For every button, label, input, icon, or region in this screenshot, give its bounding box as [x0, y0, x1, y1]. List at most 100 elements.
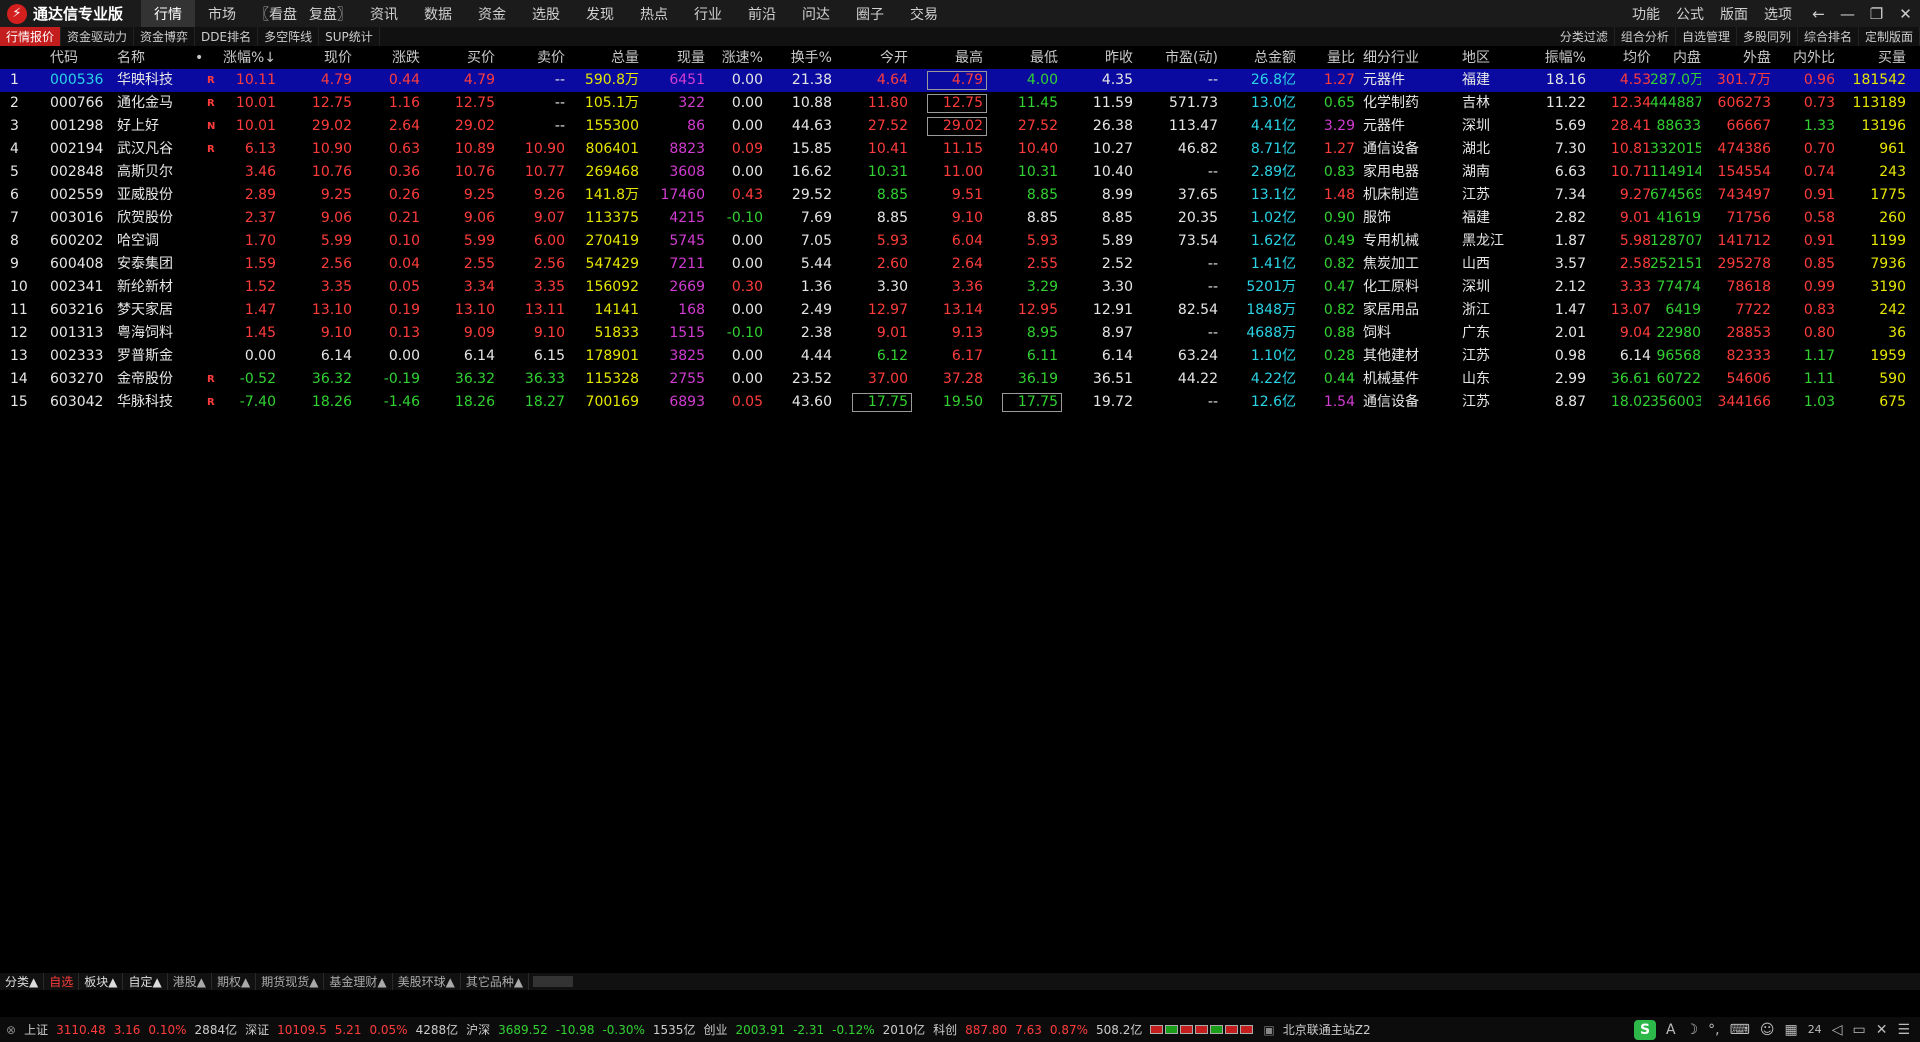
menu-stock-picker[interactable]: 选股	[519, 0, 573, 27]
menu-options[interactable]: 选项	[1756, 0, 1800, 27]
header-volume-ratio[interactable]: 量比	[1303, 47, 1355, 70]
subtab-portfolio-analysis[interactable]: 组合分析	[1615, 27, 1676, 46]
notification-icon[interactable]: ☰	[1897, 1022, 1910, 1038]
table-row[interactable]: 10 002341 新纶新材 1.52 3.35 0.05 3.34 3.35 156092 26…	[0, 276, 1920, 299]
horizontal-scrollbar[interactable]	[533, 976, 574, 987]
header-pe-ratio[interactable]: 市盈(动)	[1140, 47, 1218, 70]
header-stock-code[interactable]: 代码	[50, 47, 112, 70]
mute-icon[interactable]: ✕	[1876, 1022, 1888, 1038]
header-current-price[interactable]: 现价	[288, 47, 352, 70]
menu-discover[interactable]: 发现	[573, 0, 627, 27]
menu-industry[interactable]: 行业	[681, 0, 735, 27]
btab-funds[interactable]: 基金理财▲	[324, 973, 393, 990]
table-row[interactable]: 6 002559 亚威股份 2.89 9.25 0.26 9.25 9.26 141.8万 174…	[0, 184, 1920, 207]
header-total-volume[interactable]: 总量	[570, 47, 639, 70]
btab-sector[interactable]: 板块▲	[79, 973, 124, 990]
menu-frontier[interactable]: 前沿	[735, 0, 789, 27]
table-row[interactable]: 8 600202 哈空调 1.70 5.99 0.10 5.99 6.00 270419 5745…	[0, 230, 1920, 253]
header-change-percent[interactable]: 涨幅%↓	[212, 47, 276, 70]
punctuation-icon[interactable]: °,	[1708, 1022, 1719, 1038]
menu-quotes[interactable]: 行情	[141, 0, 195, 27]
ime-english-icon[interactable]: A	[1666, 1022, 1676, 1038]
user-icon[interactable]: ☺	[1760, 1022, 1775, 1038]
header-outer-volume[interactable]: 外盘	[1708, 47, 1771, 70]
header-prev-close[interactable]: 昨收	[1075, 47, 1133, 70]
table-row[interactable]: 15 603042 华脉科技 R -7.40 18.26 -1.46 18.26 18.27 70…	[0, 391, 1920, 414]
header-amplitude[interactable]: 振幅%	[1522, 47, 1586, 70]
subtab-category-filter[interactable]: 分类过滤	[1554, 27, 1615, 46]
header-average-price[interactable]: 均价	[1595, 47, 1651, 70]
header-inner-volume[interactable]: 内盘	[1650, 47, 1701, 70]
menu-funds[interactable]: 资金	[465, 0, 519, 27]
header-low-price[interactable]: 最低	[1000, 47, 1058, 70]
menu-hot[interactable]: 热点	[627, 0, 681, 27]
menu-market[interactable]: 市场	[195, 0, 249, 27]
header-turnover-rate[interactable]: 换手%	[768, 47, 832, 70]
server-name[interactable]: 北京联通主站Z2	[1283, 1021, 1371, 1038]
table-row[interactable]: 7 003016 欣贺股份 2.37 9.06 0.21 9.06 9.07 113375 421…	[0, 207, 1920, 230]
menu-watch[interactable]: 〖看盘	[249, 0, 303, 27]
menu-circle[interactable]: 圈子	[843, 0, 897, 27]
subtab-dde-rank[interactable]: DDE排名	[195, 27, 259, 46]
menu-function[interactable]: 功能	[1624, 0, 1668, 27]
restore-icon[interactable]: ❐	[1862, 0, 1891, 27]
btab-category[interactable]: 分类▲	[0, 973, 45, 990]
header-bid-volume[interactable]: 买量	[1840, 47, 1906, 70]
subtab-sup-stats[interactable]: SUP统计	[319, 27, 380, 46]
subtab-watchlist-manage[interactable]: 自选管理	[1676, 27, 1737, 46]
header-change-amount[interactable]: 涨跌	[358, 47, 420, 70]
header-open-price[interactable]: 今开	[850, 47, 908, 70]
status-icon[interactable]: ⊗	[6, 1023, 16, 1037]
header-region[interactable]: 地区	[1462, 47, 1520, 70]
subtab-quote-list[interactable]: 行情报价	[0, 27, 62, 46]
ime-s-icon[interactable]: S	[1634, 1019, 1657, 1040]
btab-options[interactable]: 期权▲	[212, 973, 257, 990]
subtab-multi-stock[interactable]: 多股同列	[1737, 27, 1798, 46]
subtab-custom-layout[interactable]: 定制版面	[1859, 27, 1920, 46]
btab-custom[interactable]: 自定▲	[123, 973, 168, 990]
menu-formula[interactable]: 公式	[1668, 0, 1712, 27]
btab-us-global[interactable]: 美股环球▲	[393, 973, 461, 990]
header-ask-price[interactable]: 卖价	[505, 47, 565, 70]
volume-icon[interactable]: ◁	[1832, 1022, 1843, 1038]
subtab-composite-rank[interactable]: 综合排名	[1798, 27, 1859, 46]
table-row[interactable]: 9 600408 安泰集团 1.59 2.56 0.04 2.55 2.56 547429 721…	[0, 253, 1920, 276]
table-row[interactable]: 2 000766 通化金马 R 10.01 12.75 1.16 12.75 -- 105.1万 3…	[0, 92, 1920, 115]
table-row[interactable]: 14 603270 金帝股份 R -0.52 36.32 -0.19 36.32 36.33 11…	[0, 368, 1920, 391]
header-row-number[interactable]	[12, 47, 34, 70]
menu-ask[interactable]: 问达	[789, 0, 843, 27]
subtab-fund-drive[interactable]: 资金驱动力	[61, 27, 135, 46]
table-row[interactable]: 3 001298 好上好 N 10.01 29.02 2.64 29.02 -- 155300 86…	[0, 115, 1920, 138]
table-row[interactable]: 11 603216 梦天家居 1.47 13.10 0.19 13.10 13.11 14141…	[0, 299, 1920, 322]
header-high-price[interactable]: 最高	[925, 47, 983, 70]
btab-watchlist[interactable]: 自选	[44, 973, 80, 990]
moon-icon[interactable]: ☽	[1686, 1022, 1699, 1038]
menu-trade[interactable]: 交易	[897, 0, 951, 27]
header-total-amount[interactable]: 总金额	[1228, 47, 1296, 70]
minimize-icon[interactable]: —	[1833, 0, 1862, 27]
message-icon[interactable]: ▭	[1852, 1022, 1865, 1038]
subtab-long-short[interactable]: 多空阵线	[258, 27, 320, 46]
table-row[interactable]: 12 001313 粤海饲料 1.45 9.10 0.13 9.09 9.10 51833 151…	[0, 322, 1920, 345]
header-inner-outer-ratio[interactable]: 内外比	[1778, 47, 1835, 70]
subtab-fund-game[interactable]: 资金博弈	[134, 27, 196, 46]
menu-news[interactable]: 资讯	[357, 0, 411, 27]
header-industry[interactable]: 细分行业	[1363, 47, 1443, 70]
btab-other[interactable]: 其它品种▲	[461, 973, 530, 990]
back-arrow-icon[interactable]: ←	[1804, 0, 1833, 27]
menu-replay[interactable]: 复盘〗	[303, 0, 357, 27]
grid-icon[interactable]: ▦	[1784, 1022, 1797, 1038]
menu-layout[interactable]: 版面	[1712, 0, 1756, 27]
table-row[interactable]: 13 002333 罗普斯金 0.00 6.14 0.00 6.14 6.15 178901 38…	[0, 345, 1920, 368]
header-stock-flag[interactable]: •	[195, 47, 209, 70]
table-row[interactable]: 5 002848 高斯贝尔 3.46 10.76 0.36 10.76 10.77 269468…	[0, 161, 1920, 184]
header-speed-percent[interactable]: 涨速%	[710, 47, 763, 70]
table-row[interactable]: 4 002194 武汉凡谷 R 6.13 10.90 0.63 10.89 10.90 80640…	[0, 138, 1920, 161]
header-bid-price[interactable]: 买价	[430, 47, 495, 70]
server-icon[interactable]: ▣	[1263, 1023, 1274, 1037]
btab-hk[interactable]: 港股▲	[168, 973, 212, 990]
close-icon[interactable]: ✕	[1891, 0, 1920, 27]
header-current-volume[interactable]: 现量	[650, 47, 705, 70]
btab-futures[interactable]: 期货现货▲	[256, 973, 325, 990]
menu-data[interactable]: 数据	[411, 0, 465, 27]
